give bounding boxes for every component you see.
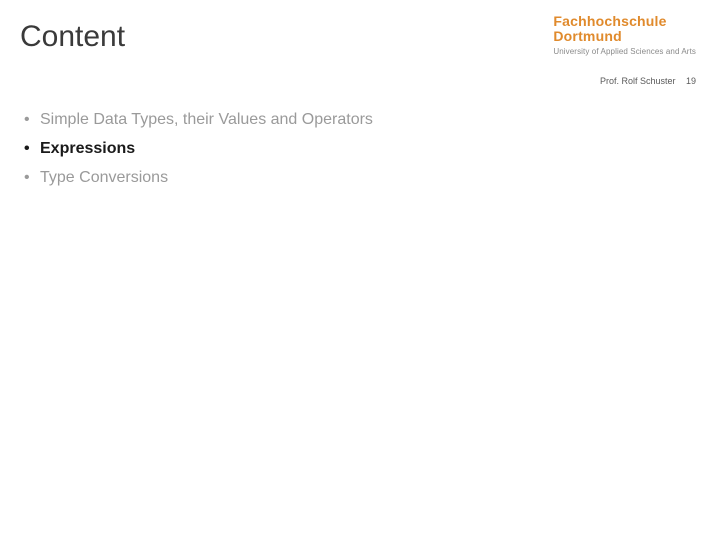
logo-line2: Dortmund [553, 29, 696, 44]
logo-subtitle: University of Applied Sciences and Arts [553, 47, 696, 56]
list-item: • Type Conversions [24, 166, 373, 191]
content-list: • Simple Data Types, their Values and Op… [24, 108, 373, 194]
list-item-label: Type Conversions [40, 166, 168, 191]
slide-meta: Prof. Rolf Schuster 19 [600, 76, 696, 86]
author-name: Prof. Rolf Schuster [600, 76, 676, 86]
list-item-label: Simple Data Types, their Values and Oper… [40, 108, 373, 133]
institution-logo: Fachhochschule Dortmund University of Ap… [553, 14, 696, 56]
page-number: 19 [686, 76, 696, 86]
bullet-icon: • [24, 108, 40, 133]
page-title: Content [20, 20, 125, 54]
logo-line1: Fachhochschule [553, 14, 696, 29]
list-item: • Simple Data Types, their Values and Op… [24, 108, 373, 133]
bullet-icon: • [24, 137, 40, 162]
list-item: • Expressions [24, 137, 373, 162]
list-item-label: Expressions [40, 137, 135, 162]
slide: Content Fachhochschule Dortmund Universi… [0, 0, 720, 540]
bullet-icon: • [24, 166, 40, 191]
